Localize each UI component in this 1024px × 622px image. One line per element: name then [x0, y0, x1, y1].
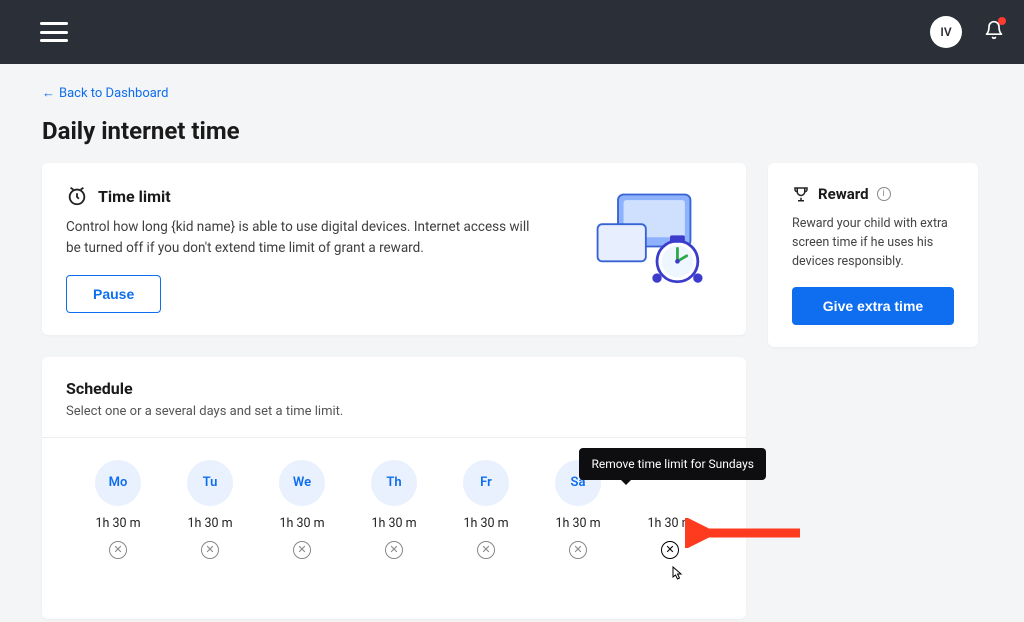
day-time-tu: 1h 30 m [187, 516, 232, 531]
arrow-left-icon: ← [42, 85, 55, 101]
pause-button[interactable]: Pause [66, 275, 161, 313]
remove-limit-tu[interactable]: ✕ [201, 541, 219, 559]
day-time-su: 1h 30 m [647, 516, 692, 531]
trophy-icon [792, 185, 810, 203]
day-col-we: We 1h 30 m ✕ [262, 460, 342, 559]
page-body: ← Back to Dashboard Daily internet time … [0, 64, 1024, 619]
days-row: Mo 1h 30 m ✕ Tu 1h 30 m ✕ We 1h 30 m ✕ [66, 460, 722, 559]
give-extra-time-button[interactable]: Give extra time [792, 287, 954, 325]
header-right-group: IV [930, 16, 1004, 48]
clock-icon [66, 185, 88, 207]
day-chip-tu[interactable]: Tu [187, 460, 233, 506]
back-link-label: Back to Dashboard [59, 86, 168, 101]
info-icon[interactable]: i [877, 187, 891, 201]
day-chip-we[interactable]: We [279, 460, 325, 506]
reward-card: Reward i Reward your child with extra sc… [768, 163, 978, 347]
time-limit-card: Time limit Control how long {kid name} i… [42, 163, 746, 335]
day-time-sa: 1h 30 m [555, 516, 600, 531]
page-title: Daily internet time [42, 117, 978, 145]
day-time-th: 1h 30 m [371, 516, 416, 531]
reward-heading: Reward [818, 185, 869, 203]
reward-description: Reward your child with extra screen time… [792, 215, 954, 271]
remove-limit-mo[interactable]: ✕ [109, 541, 127, 559]
devices-clock-illustration [592, 185, 722, 295]
day-chip-mo[interactable]: Mo [95, 460, 141, 506]
remove-limit-th[interactable]: ✕ [385, 541, 403, 559]
schedule-card: Schedule Select one or a several days an… [42, 357, 746, 619]
menu-icon[interactable] [40, 22, 68, 42]
day-time-we: 1h 30 m [279, 516, 324, 531]
time-limit-description: Control how long {kid name} is able to u… [66, 217, 546, 259]
day-time-fr: 1h 30 m [463, 516, 508, 531]
schedule-heading: Schedule [66, 379, 722, 398]
notifications-icon[interactable] [984, 19, 1004, 45]
day-time-mo: 1h 30 m [95, 516, 140, 531]
day-chip-th[interactable]: Th [371, 460, 417, 506]
avatar[interactable]: IV [930, 16, 962, 48]
app-header: IV [0, 0, 1024, 64]
notification-dot-icon [998, 17, 1006, 25]
day-col-mo: Mo 1h 30 m ✕ [78, 460, 158, 559]
remove-limit-we[interactable]: ✕ [293, 541, 311, 559]
day-col-su: Remove time limit for Sundays Su 1h 30 m… [630, 460, 710, 559]
day-col-tu: Tu 1h 30 m ✕ [170, 460, 250, 559]
remove-tooltip: Remove time limit for Sundays [579, 448, 766, 480]
cursor-pointer-icon [669, 565, 685, 583]
remove-limit-fr[interactable]: ✕ [477, 541, 495, 559]
day-chip-fr[interactable]: Fr [463, 460, 509, 506]
remove-limit-sa[interactable]: ✕ [569, 541, 587, 559]
schedule-subheading: Select one or a several days and set a t… [66, 404, 722, 419]
day-col-fr: Fr 1h 30 m ✕ [446, 460, 526, 559]
back-to-dashboard-link[interactable]: ← Back to Dashboard [42, 85, 168, 101]
time-limit-heading: Time limit [98, 187, 171, 206]
day-col-th: Th 1h 30 m ✕ [354, 460, 434, 559]
remove-limit-su[interactable]: ✕ [661, 541, 679, 559]
schedule-divider [42, 437, 746, 438]
